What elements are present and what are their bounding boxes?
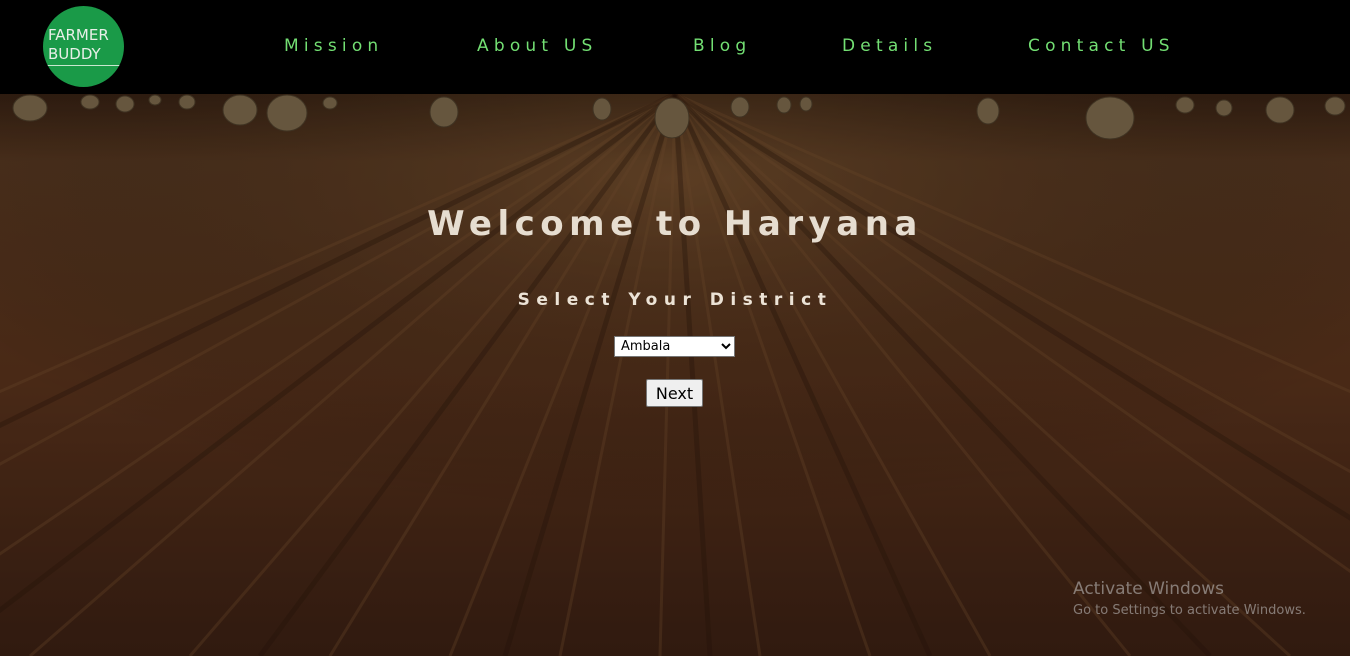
nav-link-mission[interactable]: Mission [284, 36, 383, 56]
nav-link-blog[interactable]: Blog [693, 36, 751, 56]
nav-link-contact-us[interactable]: Contact US [1028, 36, 1175, 56]
navbar: FARMER BUDDY Mission About US Blog Detai… [0, 0, 1350, 94]
page: FARMER BUDDY Mission About US Blog Detai… [0, 0, 1350, 656]
next-button[interactable]: Next [646, 379, 703, 407]
nav-link-details[interactable]: Details [842, 36, 937, 56]
watermark-subtitle: Go to Settings to activate Windows. [1073, 603, 1306, 618]
main-nav: Mission About US Blog Details Contact US [0, 36, 1350, 60]
page-title: Welcome to Haryana [427, 204, 923, 244]
watermark-title: Activate Windows [1073, 579, 1224, 599]
logo-underline [47, 65, 120, 66]
hero-section: Welcome to Haryana Select Your District … [0, 94, 1350, 656]
district-prompt: Select Your District [517, 290, 833, 310]
hero-darken-overlay [0, 94, 1350, 656]
windows-activation-watermark: Activate Windows Go to Settings to activ… [1073, 578, 1306, 620]
district-select[interactable]: Ambala [614, 336, 735, 357]
nav-link-about-us[interactable]: About US [477, 36, 598, 56]
